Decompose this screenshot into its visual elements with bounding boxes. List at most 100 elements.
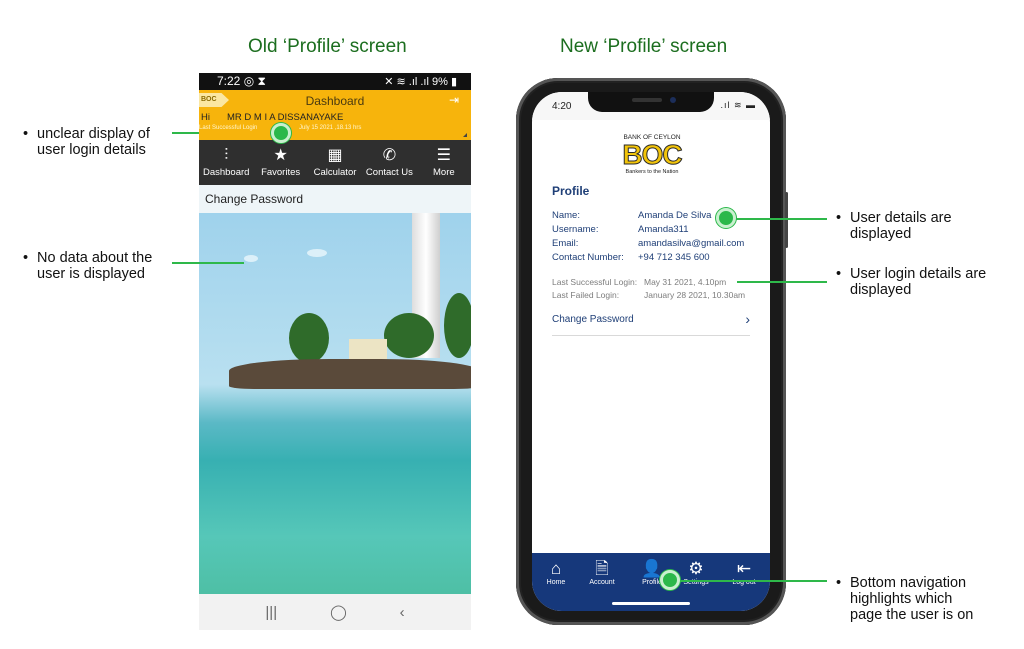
last-login-label: Last Successful Login: [199, 125, 258, 131]
settings-icon: ⚙: [688, 559, 704, 578]
expand-corner-icon[interactable]: [463, 133, 467, 137]
last-login-value: July 15 2021 ,18.13 hrs: [299, 125, 362, 131]
new-profile-screen: 4:20 .ıl ≋ ▬ BANK OF CEYLON BOC Bankers …: [532, 92, 770, 611]
highlight-marker: [271, 123, 291, 143]
detail-value: Amanda311: [638, 224, 689, 235]
logout-icon: ⇤: [736, 559, 752, 578]
greeting: Hi: [201, 112, 210, 123]
house: [349, 339, 387, 359]
annotation-no-user-data: • No data about the user is displayed: [23, 250, 153, 282]
login-label: Last Successful Login:: [552, 277, 638, 287]
trees: [289, 313, 329, 363]
annotation-line: displayed: [850, 226, 912, 242]
last-successful-login-row: Last Successful Login: May 31 2021, 4.10p…: [552, 277, 726, 287]
nav-label: Dashboard: [202, 167, 250, 178]
detail-label: Name:: [552, 210, 580, 221]
tab-label: Home: [546, 579, 566, 586]
nav-dashboard[interactable]: ⫶ Dashboard: [199, 140, 253, 185]
status-icons: ◎ ⧗: [243, 74, 266, 88]
old-screen-heading: Old ‘Profile’ screen: [248, 36, 407, 57]
notch: [588, 92, 714, 112]
home-indicator[interactable]: [612, 602, 690, 605]
detail-row-contact: Contact Number: +94 712 345 600: [552, 252, 710, 263]
cloud: [307, 249, 327, 257]
connector-line: [680, 580, 827, 582]
annotation-login-details: • User login details are displayed: [836, 266, 986, 298]
change-password-row[interactable]: Change Password ›: [552, 311, 750, 336]
lighthouse-background-image: [199, 213, 471, 594]
annotation-line: No data about the: [37, 250, 153, 266]
status-bar: 7:22 ◎ ⧗ ✕ ≋ .ıl .ıl 9% ▮: [199, 73, 471, 90]
chevron-right-icon: ›: [745, 311, 750, 327]
system-indicators: ✕ ≋ .ıl .ıl 9% ▮: [384, 76, 457, 88]
bottom-tab-bar: ⌂ Home 🗎 Account 👤 Profile ⚙ Settings ⇤ Log o…: [532, 553, 770, 611]
trees: [444, 293, 471, 358]
header-title: Dashboard: [305, 94, 365, 108]
annotation-line: Bottom navigation: [850, 575, 967, 591]
last-failed-login-row: Last Failed Login: January 28 2021, 10.30…: [552, 290, 745, 300]
logout-icon[interactable]: ⇥: [449, 93, 459, 107]
nav-contact-us[interactable]: ✆ Contact Us: [362, 140, 416, 185]
new-screen-heading: New ‘Profile’ screen: [560, 36, 728, 57]
annotation-line: displayed: [850, 282, 912, 298]
tab-home[interactable]: ⌂ Home: [534, 559, 578, 586]
detail-value: Amanda De Silva: [638, 210, 712, 221]
connector-line: [172, 262, 244, 264]
detail-label: Email:: [552, 238, 579, 249]
nav-more[interactable]: ☰ More: [417, 140, 471, 185]
clock: 7:22: [217, 74, 241, 88]
home-icon: ⌂: [550, 559, 562, 578]
annotation-user-details: • User details are displayed: [836, 210, 952, 242]
menu-icon: ☰: [436, 147, 451, 164]
nav-label: Calculator: [313, 167, 357, 178]
login-value: May 31 2021, 4.10pm: [644, 277, 727, 287]
tab-logout[interactable]: ⇤ Log out: [722, 559, 766, 586]
signal-wifi-battery-icons: .ıl ≋ ▬: [720, 100, 756, 110]
nav-label: Contact Us: [365, 167, 413, 178]
detail-value: +94 712 345 600: [638, 252, 710, 263]
change-password-link[interactable]: Change Password: [199, 185, 471, 213]
nav-calculator[interactable]: ▦ Calculator: [308, 140, 362, 185]
back-button[interactable]: ‹: [400, 604, 405, 621]
nav-favorites[interactable]: ★ Favorites: [253, 140, 307, 185]
top-nav: ⫶ Dashboard ★ Favorites ▦ Calculator ✆ Conta…: [199, 140, 471, 185]
dashboard-header: BOC Dashboard ⇥ Hi MR D M I A DISSANAYAK…: [199, 90, 471, 140]
home-button[interactable]: ◯: [330, 603, 347, 621]
page-title: Profile: [552, 184, 590, 198]
annotation-line: page the user is on: [850, 607, 974, 623]
change-password-label: Change Password: [552, 314, 634, 325]
annotation-line: highlights which: [850, 591, 953, 607]
tab-account[interactable]: 🗎 Account: [580, 559, 624, 586]
nav-label: Favorites: [261, 167, 301, 178]
detail-row-email: Email: amandasilva@gmail.com: [552, 238, 744, 249]
nav-label: More: [433, 167, 455, 178]
detail-label: Contact Number:: [552, 252, 624, 263]
calculator-icon: ▦: [327, 147, 343, 164]
bullet: •: [23, 250, 29, 266]
tab-label: Profile: [642, 579, 662, 586]
rocky-island: [229, 359, 471, 389]
user-name: MR D M I A DISSANAYAKE: [227, 112, 344, 123]
annotation-bottom-nav: • Bottom navigation highlights which pag…: [836, 575, 974, 623]
old-profile-screen: 7:22 ◎ ⧗ ✕ ≋ .ıl .ıl 9% ▮ BOC Dashboard …: [199, 73, 471, 630]
bullet: •: [836, 575, 842, 591]
bullet: •: [836, 266, 842, 282]
speaker: [632, 98, 662, 102]
detail-row-username: Username: Amanda311: [552, 224, 689, 235]
logo-tagline: Bankers to the Nation: [625, 169, 679, 175]
camera: [670, 97, 676, 103]
tab-settings[interactable]: ⚙ Settings: [674, 559, 718, 586]
clock: 4:20: [552, 101, 572, 112]
connector-line: [735, 218, 827, 220]
annotation-line: user login details: [37, 142, 146, 158]
annotation-line: unclear display of: [37, 126, 150, 142]
annotation-line: User details are: [850, 210, 952, 226]
recent-apps-button[interactable]: |||: [265, 604, 277, 621]
phone-icon: ✆: [382, 147, 397, 164]
login-label: Last Failed Login:: [552, 290, 620, 300]
login-value: January 28 2021, 10.30am: [644, 290, 746, 300]
android-nav-bar: ||| ◯ ‹: [199, 594, 471, 630]
detail-label: Username:: [552, 224, 599, 235]
annotation-line: user is displayed: [37, 266, 145, 282]
detail-value: amandasilva@gmail.com: [638, 238, 745, 249]
